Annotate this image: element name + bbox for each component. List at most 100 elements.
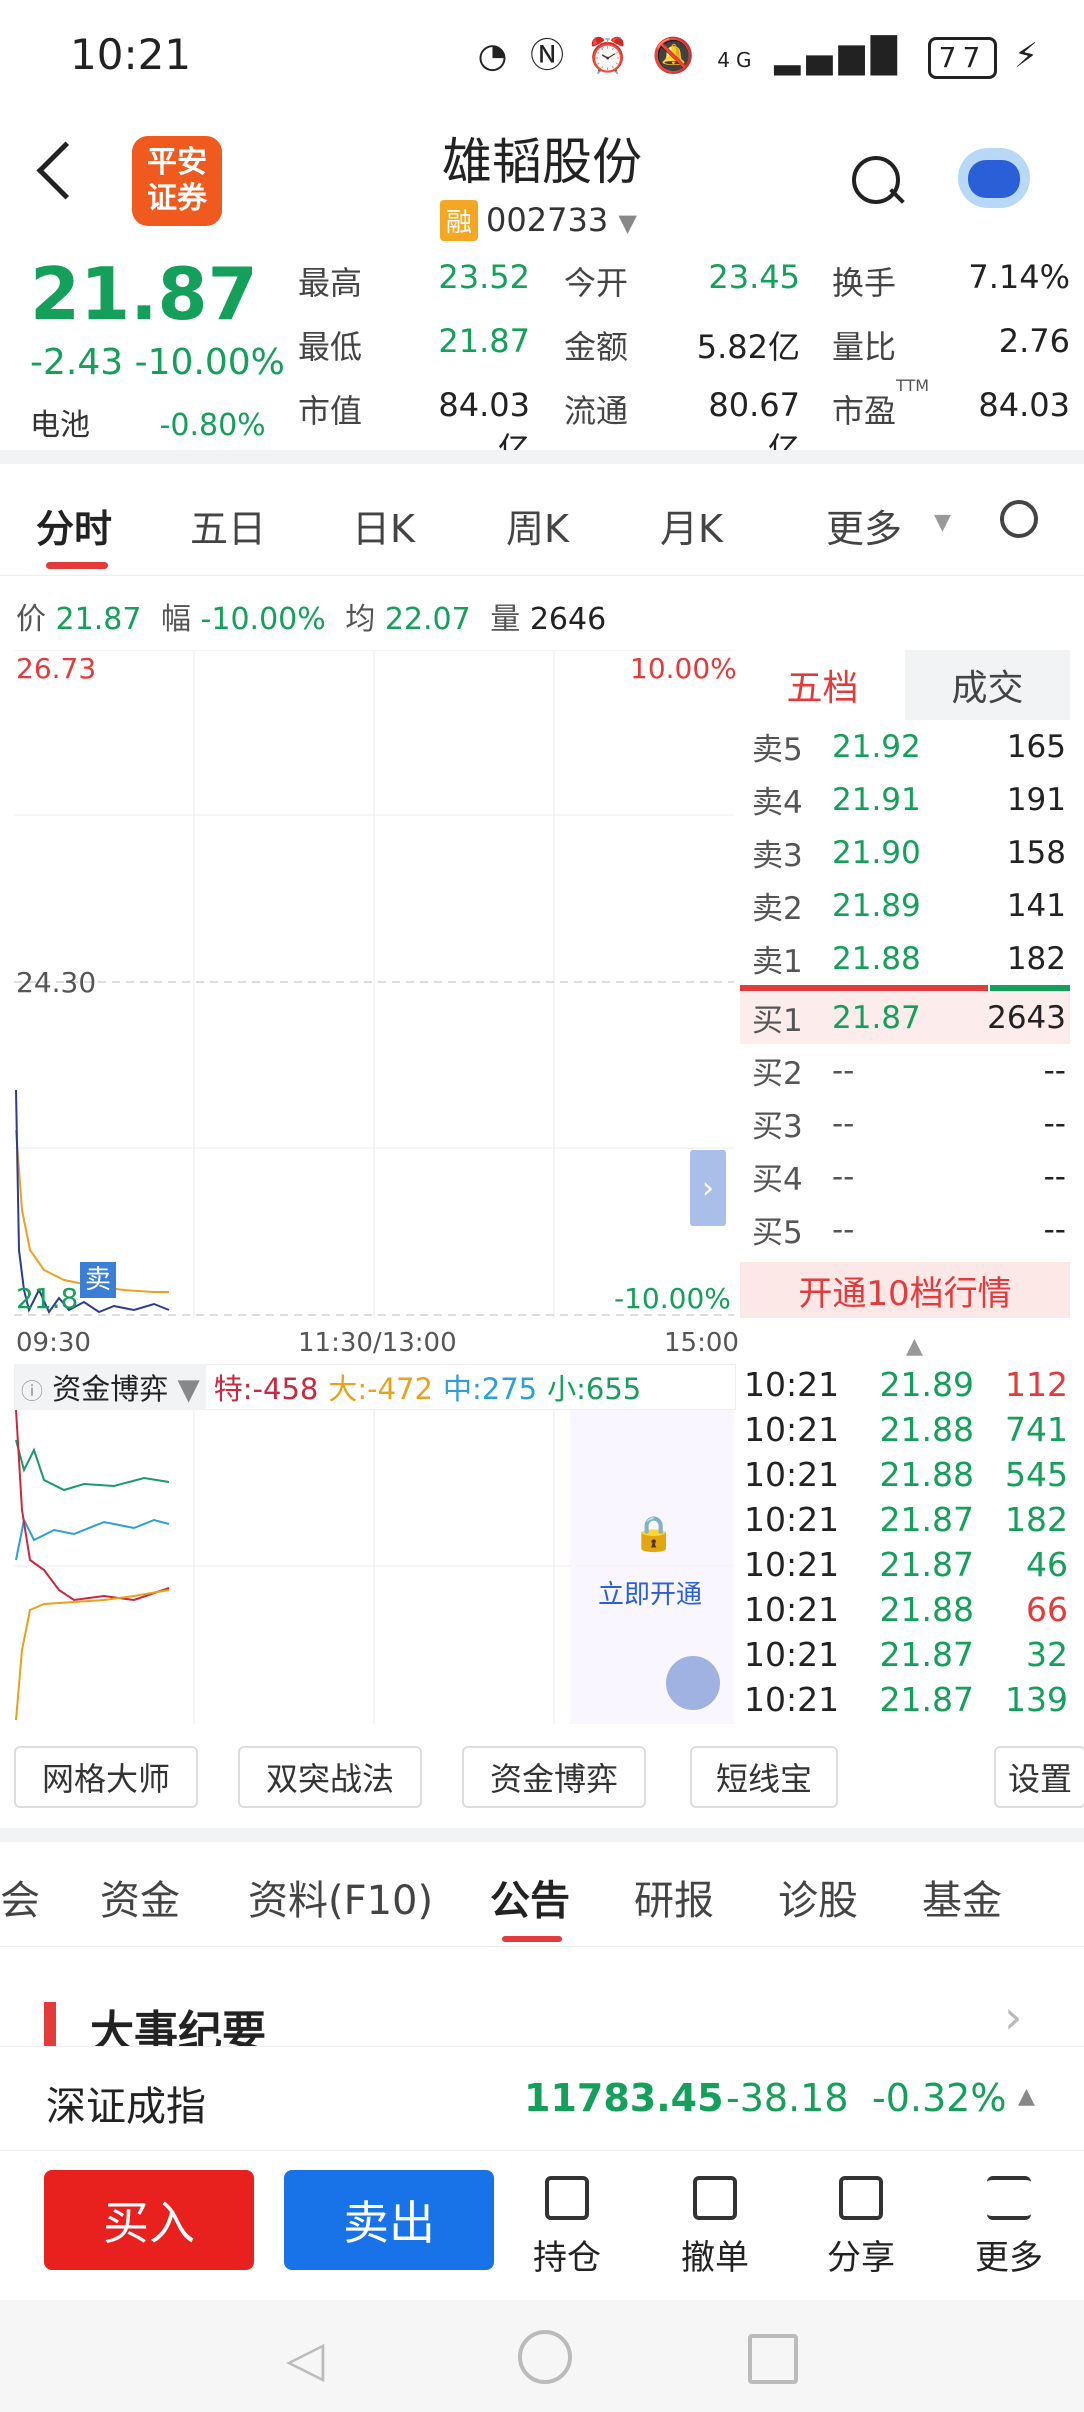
info-vol: 2646 xyxy=(529,602,607,637)
ask-row[interactable]: 卖3 21.90 158 xyxy=(740,826,1070,879)
ask-row[interactable]: 卖2 21.89 141 xyxy=(740,879,1070,932)
bid-vol: -- xyxy=(1043,1158,1066,1195)
section-divider-2 xyxy=(0,1828,1084,1842)
cancel-order-button[interactable]: 撤单 xyxy=(660,2176,770,2279)
trade-row: 10:21 21.87 46 xyxy=(744,1542,1068,1587)
intraday-chart[interactable]: 卖 › xyxy=(14,650,734,1318)
large-flow-line xyxy=(15,1589,170,1721)
nav-back-icon[interactable]: ◁ xyxy=(286,2330,324,2388)
bid-price: -- xyxy=(832,1052,855,1089)
expand-up-icon[interactable]: ▲ xyxy=(1018,2084,1035,2109)
sell-button[interactable]: 卖出 xyxy=(284,2170,494,2270)
ask-vol: 182 xyxy=(1006,940,1066,977)
sector-row[interactable]: 电池 -0.80% xyxy=(30,400,266,444)
tool-button-2[interactable]: 资金博弈 xyxy=(462,1746,646,1808)
content-tab-1[interactable]: 资金 xyxy=(100,1868,180,1926)
robot-face-icon xyxy=(968,160,1020,198)
trade-row: 10:21 21.87 182 xyxy=(744,1497,1068,1542)
settings-gear-icon[interactable] xyxy=(1000,500,1038,538)
ask-price: 21.91 xyxy=(832,781,921,818)
share-button[interactable]: 分享 xyxy=(806,2176,916,2279)
small-flow-line xyxy=(15,1439,170,1492)
ask-label: 卖4 xyxy=(752,785,803,821)
tab-underline xyxy=(46,562,108,569)
tool-button-4[interactable]: 设置 xyxy=(994,1746,1084,1808)
document-icon xyxy=(545,2176,589,2220)
bid-row[interactable]: 买2 -- -- xyxy=(740,1044,1070,1097)
buy-button[interactable]: 买入 xyxy=(44,2170,254,2270)
ask-row[interactable]: 卖5 21.92 165 xyxy=(740,720,1070,773)
trade-price: 21.88 xyxy=(879,1590,974,1629)
trade-row: 10:21 21.88 66 xyxy=(744,1587,1068,1632)
content-tab-4[interactable]: 研报 xyxy=(634,1868,714,1926)
stat-value: 23.52 xyxy=(438,258,530,296)
fund-game-chart[interactable] xyxy=(14,1410,734,1724)
trade-time: 10:21 xyxy=(744,1545,840,1584)
holdings-label: 持仓 xyxy=(533,2238,601,2278)
tab-trades[interactable]: 成交 xyxy=(905,650,1070,720)
bid-row[interactable]: 买1 21.87 2643 xyxy=(740,991,1070,1044)
tab-3[interactable]: 周K xyxy=(506,498,569,553)
tool-button-1[interactable]: 双突战法 xyxy=(238,1746,422,1808)
tab-five-levels[interactable]: 五档 xyxy=(740,650,905,720)
content-tab-0[interactable]: 会 xyxy=(0,1868,40,1926)
unlock-button[interactable]: 立即开通 xyxy=(598,1574,702,1611)
content-tab-3[interactable]: 公告 xyxy=(490,1868,570,1926)
more-button[interactable]: 更多 xyxy=(954,2176,1064,2279)
bid-price: -- xyxy=(832,1105,855,1142)
tab-4[interactable]: 月K xyxy=(660,498,723,553)
bid-row[interactable]: 买3 -- -- xyxy=(740,1097,1070,1150)
ask-row[interactable]: 卖4 21.91 191 xyxy=(740,773,1070,826)
tool-button-3[interactable]: 短线宝 xyxy=(690,1746,838,1808)
ask-row[interactable]: 卖1 21.88 182 xyxy=(740,932,1070,985)
trade-price: 21.87 xyxy=(879,1545,974,1584)
ask-vol: 191 xyxy=(1006,781,1066,818)
tab-1[interactable]: 五日 xyxy=(190,498,266,553)
current-price: 21.87 xyxy=(30,252,258,336)
trade-list: 10:21 21.89 112 10:21 21.88 741 10:21 21.88 545 1… xyxy=(744,1362,1068,1722)
tool-button-0[interactable]: 网格大师 xyxy=(14,1746,198,1808)
chevron-up-icon[interactable]: ▲ xyxy=(906,1334,923,1359)
ask-label: 卖2 xyxy=(752,891,803,927)
index-change: -38.18 xyxy=(726,2076,849,2120)
small-flow: 小:655 xyxy=(547,1372,642,1406)
content-tab-6[interactable]: 基金 xyxy=(922,1868,1002,1926)
mute-icon: 🔕 xyxy=(652,36,701,76)
nav-recent-icon[interactable] xyxy=(748,2334,798,2384)
trade-row: 10:21 21.89 112 xyxy=(744,1362,1068,1407)
content-tab-2[interactable]: 资料(F10) xyxy=(248,1868,433,1926)
trade-vol: 545 xyxy=(1005,1455,1068,1494)
stat-sup: TTM xyxy=(896,376,930,395)
bid-label: 买2 xyxy=(752,1056,803,1092)
bid-row[interactable]: 买5 -- -- xyxy=(740,1203,1070,1256)
time-mid: 11:30/13:00 xyxy=(298,1328,457,1358)
fund-game-selector[interactable]: ⓘ 资金博弈 ▼ xyxy=(15,1364,206,1410)
bid-row[interactable]: 买4 -- -- xyxy=(740,1150,1070,1203)
ask-price: 21.89 xyxy=(832,887,921,924)
trade-price: 21.87 xyxy=(879,1635,974,1674)
holdings-button[interactable]: 持仓 xyxy=(512,2176,622,2279)
tab-0[interactable]: 分时 xyxy=(36,498,112,553)
more-label: 更多 xyxy=(975,2238,1043,2278)
more-dropdown-icon[interactable]: ▼ xyxy=(934,510,951,535)
tab-2[interactable]: 日K xyxy=(352,498,415,553)
vol-label: 量 xyxy=(490,602,521,637)
fullscreen-icon[interactable] xyxy=(666,1656,720,1710)
stat-label: 最低 xyxy=(298,328,363,366)
tab-5[interactable]: 更多 xyxy=(826,498,902,553)
super-large-flow-line xyxy=(15,1410,170,1602)
nav-home-icon[interactable] xyxy=(518,2330,572,2384)
change-value: -2.43 xyxy=(30,342,124,383)
chevron-right-icon[interactable]: › xyxy=(1004,1990,1022,2044)
search-icon[interactable] xyxy=(852,156,900,204)
section-marker xyxy=(44,2002,56,2046)
super-large-flow: 特:-458 xyxy=(213,1372,319,1406)
open-ten-levels-button[interactable]: 开通10档行情 xyxy=(740,1262,1070,1318)
index-pct: -0.32% xyxy=(872,2076,1007,2120)
trade-row: 10:21 21.88 741 xyxy=(744,1407,1068,1452)
time-end: 15:00 xyxy=(664,1328,739,1358)
change-pct: -10.00% xyxy=(134,342,285,383)
content-tab-5[interactable]: 诊股 xyxy=(778,1868,858,1926)
stock-code-selector[interactable]: 融 002733 ▼ xyxy=(440,200,637,241)
trade-time: 10:21 xyxy=(744,1635,840,1674)
